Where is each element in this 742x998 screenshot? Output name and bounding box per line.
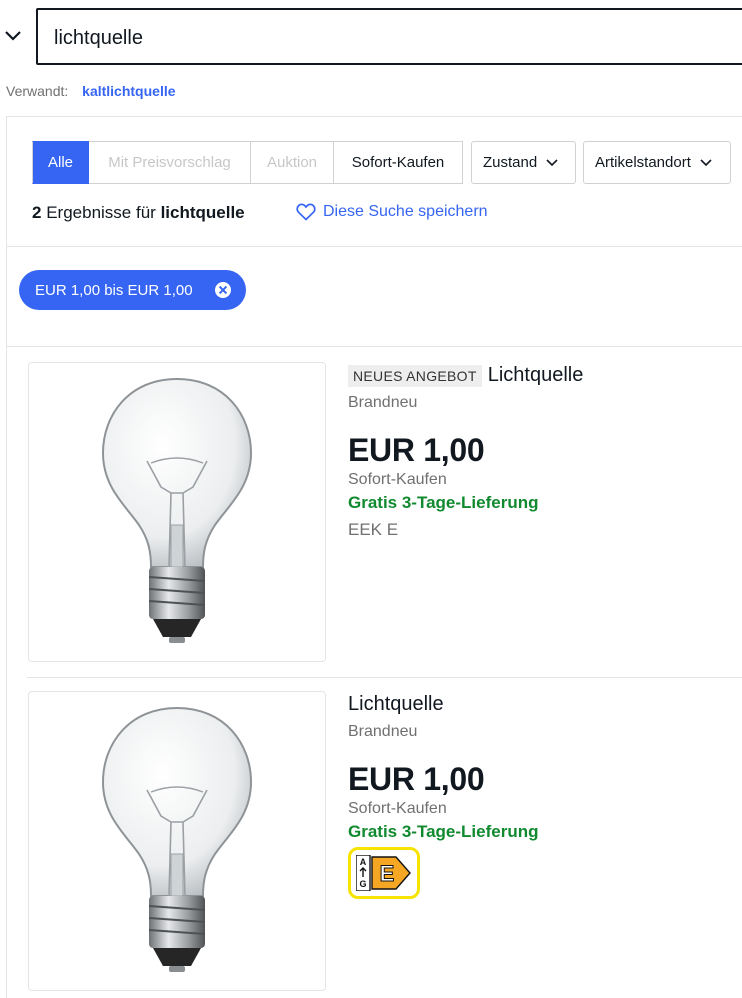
item-condition: Brandneu bbox=[348, 723, 418, 740]
results-count: 2 Ergebnisse für lichtquelle bbox=[32, 203, 245, 223]
close-circle-icon[interactable] bbox=[214, 281, 232, 299]
item-image[interactable] bbox=[28, 362, 326, 662]
item-condition: Brandneu bbox=[348, 394, 418, 411]
results-number: 2 bbox=[32, 203, 42, 222]
item-price: EUR 1,00 bbox=[348, 432, 485, 468]
tab-mit-preisvorschlag[interactable]: Mit Preisvorschlag bbox=[89, 141, 251, 184]
item-details: Lichtquelle Brandneu EUR 1,00 Sofort-Kau… bbox=[348, 693, 738, 899]
energy-label-icon: A G E bbox=[356, 855, 411, 891]
item-energy-class: EEK E bbox=[348, 520, 399, 539]
chevron-down-icon[interactable] bbox=[2, 24, 24, 48]
tab-alle[interactable]: Alle bbox=[32, 141, 89, 184]
chevron-down-icon bbox=[700, 158, 712, 166]
heart-icon bbox=[296, 203, 316, 221]
results-query: lichtquelle bbox=[160, 203, 245, 222]
related-searches: Verwandt: kaltlichtquelle bbox=[6, 83, 176, 99]
divider bbox=[27, 677, 742, 678]
item-details: NEUES ANGEBOT Lichtquelle Brandneu EUR 1… bbox=[348, 364, 738, 540]
tab-auktion[interactable]: Auktion bbox=[251, 141, 334, 184]
light-bulb-image bbox=[101, 706, 253, 972]
item-buy-type: Sofort-Kaufen bbox=[348, 800, 447, 817]
divider bbox=[7, 346, 742, 347]
item-image[interactable] bbox=[28, 691, 326, 991]
search-bar bbox=[0, 0, 742, 72]
svg-text:A: A bbox=[360, 857, 367, 867]
chip-label: EUR 1,00 bis EUR 1,00 bbox=[35, 281, 193, 299]
save-search-button[interactable]: Diese Suche speichern bbox=[296, 203, 488, 221]
new-listing-badge: NEUES ANGEBOT bbox=[348, 364, 482, 387]
zustand-dropdown[interactable]: Zustand bbox=[471, 141, 576, 184]
item-price: EUR 1,00 bbox=[348, 761, 485, 797]
search-input-box[interactable] bbox=[36, 8, 742, 65]
buying-format-tabs: Alle Mit Preisvorschlag Auktion Sofort-K… bbox=[32, 141, 463, 184]
item-shipping: Gratis 3-Tage-Lieferung bbox=[348, 822, 539, 841]
related-link-kaltlichtquelle[interactable]: kaltlichtquelle bbox=[82, 83, 175, 99]
search-input[interactable] bbox=[54, 26, 654, 50]
energy-label-badge[interactable]: A G E bbox=[348, 847, 420, 899]
artikelstandort-dropdown[interactable]: Artikelstandort bbox=[583, 141, 731, 184]
artikelstandort-label: Artikelstandort bbox=[595, 154, 691, 171]
tab-sofort-kaufen[interactable]: Sofort-Kaufen bbox=[334, 141, 463, 184]
related-label: Verwandt: bbox=[6, 83, 69, 99]
save-search-label: Diese Suche speichern bbox=[323, 203, 488, 220]
price-filter-chip[interactable]: EUR 1,00 bis EUR 1,00 bbox=[19, 270, 246, 310]
energy-class-letter: E bbox=[380, 861, 395, 886]
item-buy-type: Sofort-Kaufen bbox=[348, 471, 447, 488]
divider bbox=[7, 246, 742, 247]
results-text: Ergebnisse für bbox=[46, 203, 156, 222]
item-title-link[interactable]: Lichtquelle bbox=[488, 364, 584, 387]
svg-text:G: G bbox=[359, 879, 366, 889]
chevron-down-icon bbox=[546, 158, 558, 166]
zustand-label: Zustand bbox=[483, 154, 538, 171]
item-title-link[interactable]: Lichtquelle bbox=[348, 693, 444, 716]
item-shipping: Gratis 3-Tage-Lieferung bbox=[348, 493, 539, 512]
light-bulb-image bbox=[101, 377, 253, 643]
